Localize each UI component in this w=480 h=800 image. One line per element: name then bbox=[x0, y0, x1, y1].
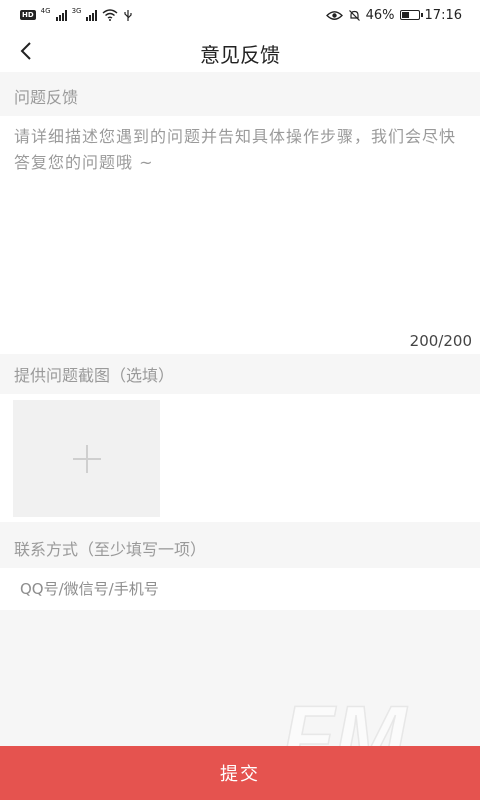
nav-bar: 意见反馈 bbox=[0, 30, 480, 72]
char-counter: 200/200 bbox=[409, 332, 472, 350]
feedback-section-label: 问题反馈 bbox=[14, 88, 79, 107]
contact-input[interactable] bbox=[14, 568, 464, 610]
network-4g-label: 4G bbox=[40, 6, 51, 15]
status-bar: HD 4G 3G 46% 17:16 bbox=[0, 0, 480, 30]
contact-section-label: 联系方式（至少填写一项） bbox=[14, 540, 207, 559]
mute-bell-icon bbox=[348, 9, 360, 21]
eye-icon bbox=[325, 10, 343, 20]
contact-field-container bbox=[0, 568, 480, 610]
signal-icon-2 bbox=[86, 9, 98, 21]
battery-percent: 46% bbox=[365, 7, 395, 23]
page-title: 意见反馈 bbox=[200, 43, 280, 67]
add-screenshot-button[interactable] bbox=[13, 400, 160, 517]
signal-icon bbox=[55, 9, 67, 21]
feedback-placeholder: 请详细描述您遇到的问题并告知具体操作步骤，我们会尽快答复您的问题哦 ~ bbox=[14, 127, 457, 172]
usb-icon bbox=[124, 9, 133, 21]
battery-icon bbox=[399, 10, 423, 20]
submit-button[interactable]: 提交 bbox=[0, 746, 480, 800]
plus-icon-vertical bbox=[86, 445, 88, 473]
wifi-icon bbox=[102, 9, 118, 21]
clock: 17:16 bbox=[424, 7, 462, 23]
feedback-textarea[interactable]: 请详细描述您遇到的问题并告知具体操作步骤，我们会尽快答复您的问题哦 ~ 200/… bbox=[0, 116, 480, 354]
status-right: 46% 17:16 bbox=[325, 7, 462, 23]
status-left: HD 4G 3G bbox=[20, 6, 133, 22]
screenshot-upload-area bbox=[0, 394, 480, 522]
hd-badge: HD bbox=[20, 10, 36, 20]
screenshot-section-label: 提供问题截图（选填） bbox=[14, 366, 175, 385]
network-3g-label: 3G bbox=[71, 6, 82, 15]
